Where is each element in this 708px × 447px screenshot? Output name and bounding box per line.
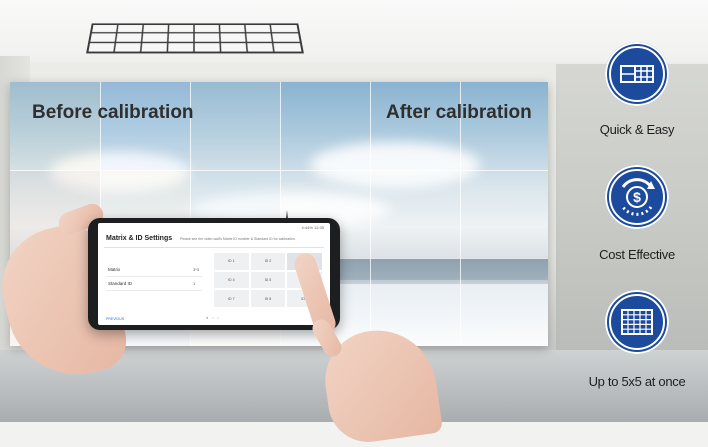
status-bar: 4:44% 12:35 bbox=[302, 225, 324, 230]
standard-id-label: Standard ID bbox=[108, 281, 132, 286]
feature-up-to-5x5: Up to 5x5 at once bbox=[582, 290, 692, 390]
matrix-value[interactable]: 3*3 bbox=[193, 267, 199, 272]
grid-5x5-icon bbox=[605, 290, 669, 354]
previous-button[interactable]: PREVIOUS bbox=[106, 317, 124, 321]
svg-text:$: $ bbox=[633, 189, 641, 205]
id-cell[interactable]: ID 4 bbox=[214, 272, 249, 289]
id-cell[interactable]: ID 2 bbox=[251, 253, 286, 270]
wall-tile bbox=[190, 82, 280, 170]
phone-screen: 4:44% 12:35 Matrix & ID Settings Please … bbox=[98, 223, 330, 325]
feature-quick-easy: Quick & Easy bbox=[582, 42, 692, 142]
row-divider bbox=[106, 276, 202, 277]
feature-label: Quick & Easy bbox=[582, 122, 692, 137]
id-cell[interactable]: ID 1 bbox=[214, 253, 249, 270]
row-divider bbox=[106, 290, 202, 291]
feature-label: Cost Effective bbox=[582, 247, 692, 262]
feature-cost-effective: $ Cost Effective bbox=[582, 165, 692, 265]
after-calibration-label: After calibration bbox=[386, 102, 532, 124]
id-cell[interactable]: ID 8 bbox=[251, 290, 286, 307]
dollar-cycle-icon: $ bbox=[605, 165, 669, 229]
cloud bbox=[310, 142, 480, 188]
settings-title: Matrix & ID Settings bbox=[106, 235, 172, 242]
before-calibration-label: Before calibration bbox=[32, 102, 194, 124]
id-cell[interactable]: ID 7 bbox=[214, 290, 249, 307]
display-wall-icon bbox=[605, 42, 669, 106]
bezel-line bbox=[10, 170, 548, 171]
wall-tile bbox=[10, 82, 100, 170]
standard-id-value[interactable]: 1 bbox=[193, 281, 195, 286]
settings-hint: Please see the video wall's Matrix ID nu… bbox=[180, 237, 296, 241]
divider bbox=[104, 247, 324, 248]
bezel-line bbox=[370, 82, 371, 346]
page-indicator: ● ○ ○ bbox=[206, 315, 220, 320]
wall-tile bbox=[100, 82, 190, 170]
matrix-label: Matrix bbox=[108, 267, 120, 272]
ceiling-light-icon bbox=[83, 23, 307, 55]
feature-label: Up to 5x5 at once bbox=[582, 374, 692, 389]
id-cell[interactable]: ID 5 bbox=[251, 272, 286, 289]
